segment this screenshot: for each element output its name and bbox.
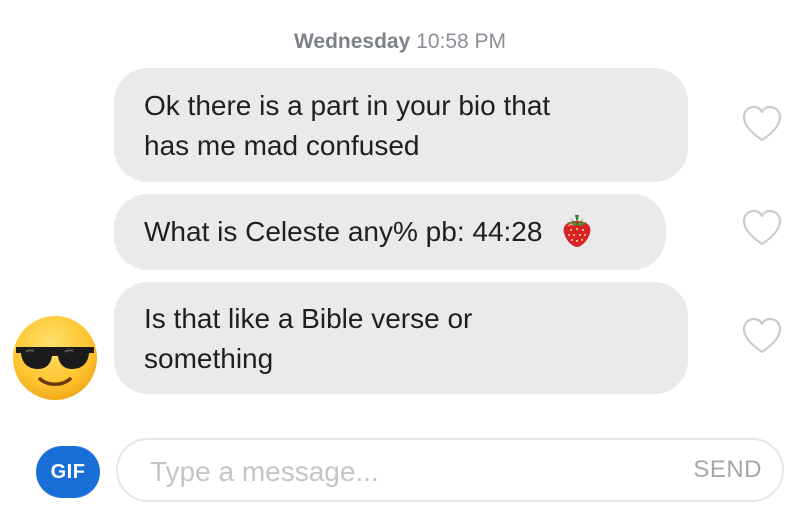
strawberry-icon	[563, 214, 591, 247]
like-heart-icon[interactable]	[741, 316, 783, 356]
sunglasses-emoji-icon[interactable]	[10, 313, 100, 403]
gif-button[interactable]: GIF	[36, 446, 100, 498]
message-text-line: something	[144, 343, 274, 374]
send-button[interactable]: SEND	[693, 456, 762, 484]
like-heart-icon[interactable]	[741, 104, 783, 144]
message-composer: SEND	[116, 438, 784, 502]
message-text-line: Is that like a Bible verse or	[144, 303, 473, 334]
message-bubble[interactable]: Ok there is a part in your bio that has …	[114, 68, 688, 182]
message-bubble[interactable]: Is that like a Bible verse or something	[114, 282, 688, 394]
timestamp-time: 10:58 PM	[416, 30, 507, 53]
chat-screen: Wednesday 10:58 PM Ok there is a part in…	[0, 0, 800, 518]
message-text-line: What is Celeste any% pb: 44:28	[144, 216, 543, 247]
message-timestamp: Wednesday 10:58 PM	[0, 30, 800, 54]
message-bubble[interactable]: What is Celeste any% pb: 44:28	[114, 194, 666, 270]
message-input[interactable]	[148, 452, 652, 492]
like-heart-icon[interactable]	[741, 208, 783, 248]
message-text-line: has me mad confused	[144, 130, 420, 161]
message-text-line: Ok there is a part in your bio that	[144, 90, 551, 121]
timestamp-day: Wednesday	[293, 30, 411, 53]
